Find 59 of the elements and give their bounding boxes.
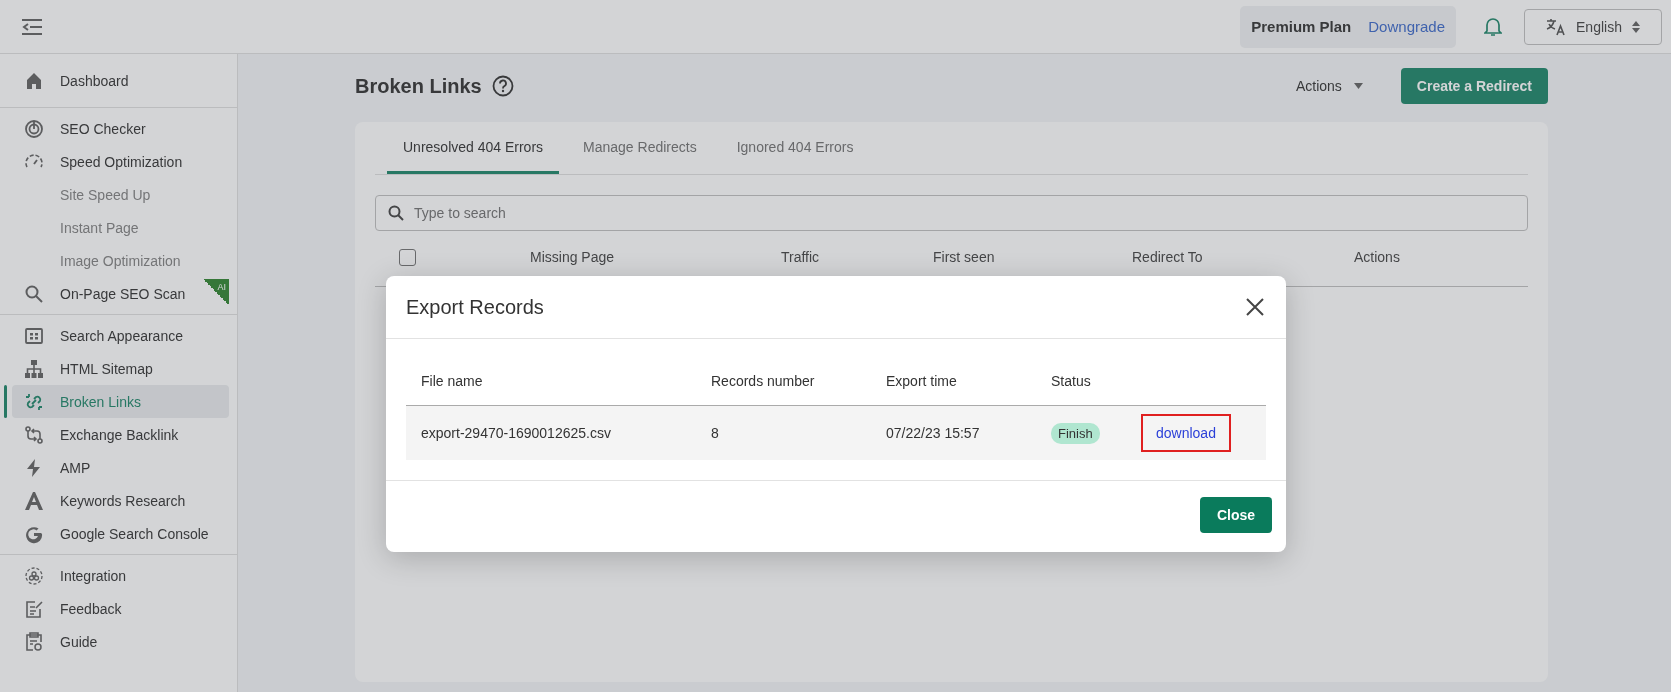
sort-caret-icon — [1631, 20, 1640, 33]
column-header: Export time — [886, 373, 958, 389]
column-header: Status — [1051, 373, 1092, 389]
sidebar-item[interactable]: Dashboard — [12, 64, 229, 97]
create-redirect-button[interactable]: Create a Redirect — [1400, 68, 1548, 104]
clipboard-icon — [24, 631, 44, 652]
sidebar-item[interactable]: Keywords Research — [12, 484, 229, 517]
sidebar-item[interactable]: AMP — [12, 451, 229, 484]
sidebar-item[interactable]: HTML Sitemap — [12, 352, 229, 385]
download-link[interactable]: download — [1141, 414, 1231, 452]
grid-icon — [24, 325, 44, 346]
page-title: Broken Links — [355, 74, 482, 98]
column-header: File name — [421, 373, 484, 389]
search-icon — [24, 283, 44, 304]
bell-icon[interactable] — [1484, 16, 1502, 37]
downgrade-link[interactable]: Downgrade — [1368, 18, 1445, 35]
integration-icon — [24, 565, 44, 586]
sidebar-item[interactable]: Integration — [12, 559, 229, 592]
column-header: Redirect To — [1132, 249, 1204, 265]
close-icon[interactable] — [1246, 298, 1264, 316]
sidebar-item[interactable]: SEO Checker — [12, 112, 229, 145]
close-button[interactable]: Close — [1199, 497, 1272, 533]
menu-icon[interactable] — [21, 17, 43, 36]
broken-link-icon — [24, 391, 44, 412]
swap-icon — [24, 424, 44, 445]
status-tag: Finish — [1051, 423, 1100, 444]
sidebar-item[interactable]: Search Appearance — [12, 319, 229, 352]
tab[interactable]: Ignored 404 Errors — [720, 122, 870, 174]
target-icon — [24, 118, 44, 139]
column-header: Traffic — [781, 249, 821, 265]
select-all-checkbox[interactable] — [399, 249, 416, 266]
column-header: Missing Page — [530, 249, 616, 265]
sitemap-icon — [24, 358, 44, 379]
dialog-title: Export Records — [406, 295, 544, 319]
letter-a-icon — [24, 490, 44, 511]
sidebar-item[interactable]: Speed Optimization — [12, 145, 229, 178]
table-cell-text: 07/22/23 15:57 — [886, 425, 981, 441]
tab[interactable]: Manage Redirects — [567, 122, 713, 174]
table-cell-text: export-29470-1690012625.csv — [421, 425, 612, 441]
caret-icon — [1353, 83, 1363, 89]
edit-note-icon — [24, 598, 44, 619]
sidebar-item[interactable]: Google Search Console — [12, 517, 229, 550]
actions-dropdown[interactable]: Actions — [1289, 77, 1369, 95]
translate-icon — [1546, 17, 1567, 36]
sidebar-item[interactable]: Exchange Backlink — [12, 418, 229, 451]
help-icon[interactable] — [491, 75, 514, 97]
sidebar-item[interactable]: Feedback — [12, 592, 229, 625]
search-icon — [388, 205, 404, 221]
sidebar-item[interactable]: On-Page SEO Scan AI — [12, 277, 229, 310]
column-header: First seen — [933, 249, 996, 265]
sidebar-item[interactable]: Guide — [12, 625, 229, 658]
home-icon — [24, 70, 44, 91]
column-header: Records number — [711, 373, 816, 389]
column-header: Actions — [1354, 249, 1400, 265]
language-select[interactable]: English — [1524, 8, 1662, 45]
search-field[interactable]: Type to search — [375, 195, 1528, 231]
plan-name: Premium Plan — [1251, 18, 1352, 35]
tab[interactable]: Unresolved 404 Errors — [387, 122, 560, 174]
table-cell-text: 8 — [711, 425, 720, 441]
